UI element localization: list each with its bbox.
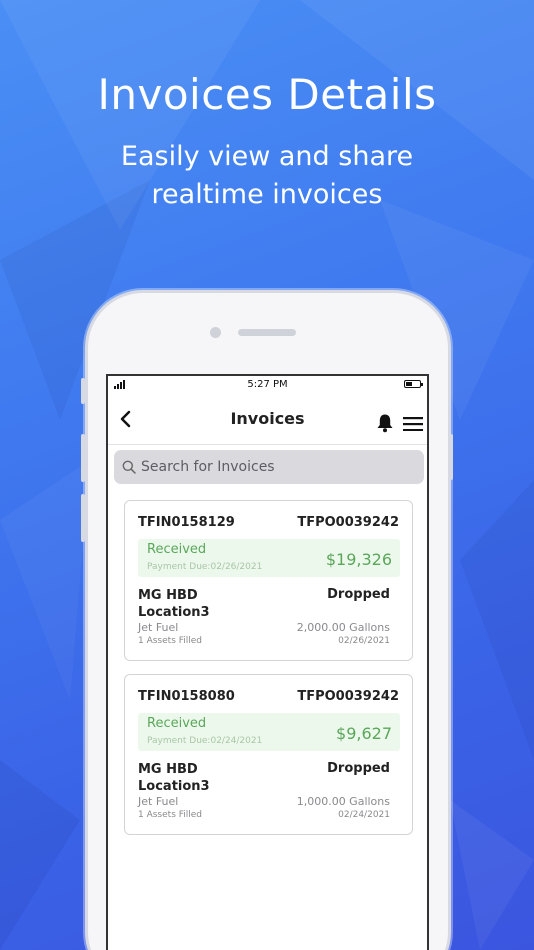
- location-line1: MG HBD: [138, 588, 198, 603]
- search-bar[interactable]: [114, 450, 424, 484]
- location: MG HBD Location3: [138, 587, 258, 621]
- phone-power-button: [449, 434, 453, 480]
- payment-status-box: Received Payment Due:02/26/2021 $19,326: [138, 539, 400, 577]
- invoice-date: 02/24/2021: [338, 810, 390, 820]
- phone-volume-up: [81, 434, 85, 482]
- payment-due: Payment Due:02/26/2021: [147, 562, 263, 572]
- signal-icon: [114, 380, 125, 389]
- invoice-id: TFIN0158129: [138, 515, 235, 530]
- bell-icon[interactable]: [376, 413, 394, 433]
- status-badge: Received: [147, 716, 207, 731]
- invoice-card[interactable]: TFIN0158129 TFPO0039242 Received Payment…: [124, 500, 413, 661]
- location-line1: MG HBD: [138, 762, 198, 777]
- location-line2: Location3: [138, 779, 210, 794]
- hamburger-menu-icon[interactable]: [403, 417, 423, 431]
- po-number: TFPO0039242: [297, 689, 399, 704]
- battery-icon: [404, 380, 423, 388]
- promo-subtitle-line2: realtime invoices: [151, 179, 383, 210]
- search-icon: [122, 460, 136, 474]
- po-number: TFPO0039242: [297, 515, 399, 530]
- invoice-id: TFIN0158080: [138, 689, 235, 704]
- status-time: 5:27 PM: [247, 379, 288, 390]
- assets-filled: 1 Assets Filled: [138, 810, 203, 820]
- search-input[interactable]: [141, 459, 411, 475]
- delivery-status: Dropped: [327, 587, 390, 602]
- nav-bar: Invoices: [108, 393, 427, 445]
- invoice-date: 02/26/2021: [338, 636, 390, 646]
- invoice-card[interactable]: TFIN0158080 TFPO0039242 Received Payment…: [124, 674, 413, 835]
- fuel-type: Jet Fuel: [138, 621, 179, 634]
- promo-subtitle-line1: Easily view and share: [120, 141, 414, 172]
- fuel-type: Jet Fuel: [138, 795, 179, 808]
- status-badge: Received: [147, 542, 207, 557]
- payment-due: Payment Due:02/24/2021: [147, 736, 263, 746]
- invoice-amount: $9,627: [336, 724, 392, 743]
- assets-filled: 1 Assets Filled: [138, 636, 203, 646]
- location-line2: Location3: [138, 605, 210, 620]
- app-screen: 5:27 PM Invoices TFIN0158129 TFPO0039242…: [106, 374, 429, 950]
- delivery-status: Dropped: [327, 761, 390, 776]
- phone-speaker: [238, 329, 296, 336]
- invoice-amount: $19,326: [325, 550, 392, 569]
- page-title: Invoices: [230, 409, 305, 428]
- location: MG HBD Location3: [138, 761, 258, 795]
- phone-camera: [210, 327, 221, 338]
- promo-title: Invoices Details: [97, 70, 437, 119]
- status-bar: 5:27 PM: [108, 376, 427, 393]
- gallons: 2,000.00 Gallons: [296, 621, 390, 634]
- gallons: 1,000.00 Gallons: [296, 795, 390, 808]
- chevron-left-icon[interactable]: [118, 409, 134, 429]
- payment-status-box: Received Payment Due:02/24/2021 $9,627: [138, 713, 400, 751]
- phone-mute-switch: [81, 378, 85, 404]
- phone-volume-down: [81, 494, 85, 542]
- promo-subtitle: Easily view and share realtime invoices: [0, 138, 534, 214]
